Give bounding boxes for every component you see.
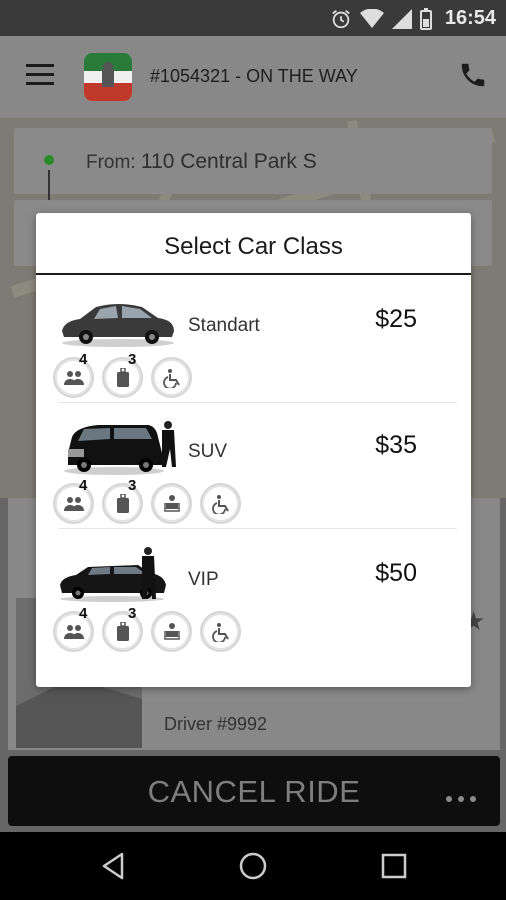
wheelchair-icon bbox=[151, 357, 192, 398]
feature-list: 4 3 bbox=[53, 477, 241, 524]
clock: 16:54 bbox=[444, 7, 496, 29]
suv-car-image bbox=[64, 421, 176, 475]
back-icon[interactable] bbox=[98, 850, 130, 882]
passengers-icon: 4 bbox=[53, 351, 94, 398]
passenger-count: 4 bbox=[79, 477, 88, 494]
car-class-option-suv[interactable]: SUV $35 4 3 bbox=[36, 403, 471, 529]
luggage-count: 3 bbox=[128, 477, 137, 494]
cancel-ride-label: CANCEL RIDE bbox=[147, 774, 361, 809]
passengers-icon: 4 bbox=[53, 477, 94, 524]
car-class-price: $25 bbox=[375, 305, 417, 333]
child-seat-icon bbox=[151, 483, 192, 524]
car-class-name: Standart bbox=[188, 315, 260, 336]
app-toolbar: #1054321 - ON THE WAY bbox=[0, 36, 506, 118]
alarm-icon bbox=[332, 10, 350, 29]
passenger-count: 4 bbox=[79, 605, 88, 622]
menu-icon[interactable] bbox=[26, 64, 54, 88]
origin-dot-icon bbox=[44, 155, 54, 165]
from-address: 110 Central Park S bbox=[140, 150, 317, 173]
signal-icon bbox=[392, 9, 412, 29]
child-seat-icon bbox=[151, 611, 192, 652]
car-class-price: $35 bbox=[375, 431, 417, 459]
wheelchair-icon bbox=[200, 611, 241, 652]
luggage-count: 3 bbox=[128, 605, 137, 622]
limousine-car-image bbox=[60, 547, 166, 602]
select-car-class-dialog: Select Car Class Standart $25 4 3 SUV $3… bbox=[36, 213, 471, 687]
battery-icon bbox=[420, 8, 432, 30]
car-class-name: VIP bbox=[188, 569, 219, 590]
system-nav-bar bbox=[0, 832, 506, 900]
car-class-name: SUV bbox=[188, 441, 228, 462]
from-label: From: bbox=[86, 152, 136, 173]
luggage-icon: 3 bbox=[102, 477, 143, 524]
car-class-price: $50 bbox=[375, 559, 417, 587]
dialog-title: Select Car Class bbox=[164, 233, 343, 260]
phone-icon[interactable] bbox=[458, 60, 488, 90]
car-class-option-vip[interactable]: VIP $50 4 3 bbox=[36, 531, 471, 657]
from-field[interactable]: From: 110 Central Park S bbox=[14, 128, 492, 240]
wheelchair-icon bbox=[200, 483, 241, 524]
passenger-count: 4 bbox=[79, 351, 88, 368]
luggage-icon: 3 bbox=[102, 351, 143, 398]
luggage-count: 3 bbox=[128, 351, 137, 368]
driver-label: Driver #9992 bbox=[164, 714, 268, 734]
home-icon[interactable] bbox=[237, 850, 269, 882]
luggage-icon: 3 bbox=[102, 605, 143, 652]
passengers-icon: 4 bbox=[53, 605, 94, 652]
status-bar: 16:54 bbox=[0, 0, 506, 36]
recents-icon[interactable] bbox=[378, 850, 410, 882]
cancel-ride-button[interactable]: CANCEL RIDE bbox=[8, 756, 500, 826]
app-logo bbox=[84, 53, 132, 101]
car-class-option-standart[interactable]: Standart $25 4 3 bbox=[36, 277, 471, 403]
ride-status-title: #1054321 - ON THE WAY bbox=[150, 66, 358, 86]
sedan-car-image bbox=[62, 304, 174, 347]
more-icon[interactable] bbox=[446, 796, 476, 802]
wifi-icon bbox=[360, 9, 384, 28]
feature-list: 4 3 bbox=[53, 605, 241, 652]
feature-list: 4 3 bbox=[53, 351, 192, 398]
